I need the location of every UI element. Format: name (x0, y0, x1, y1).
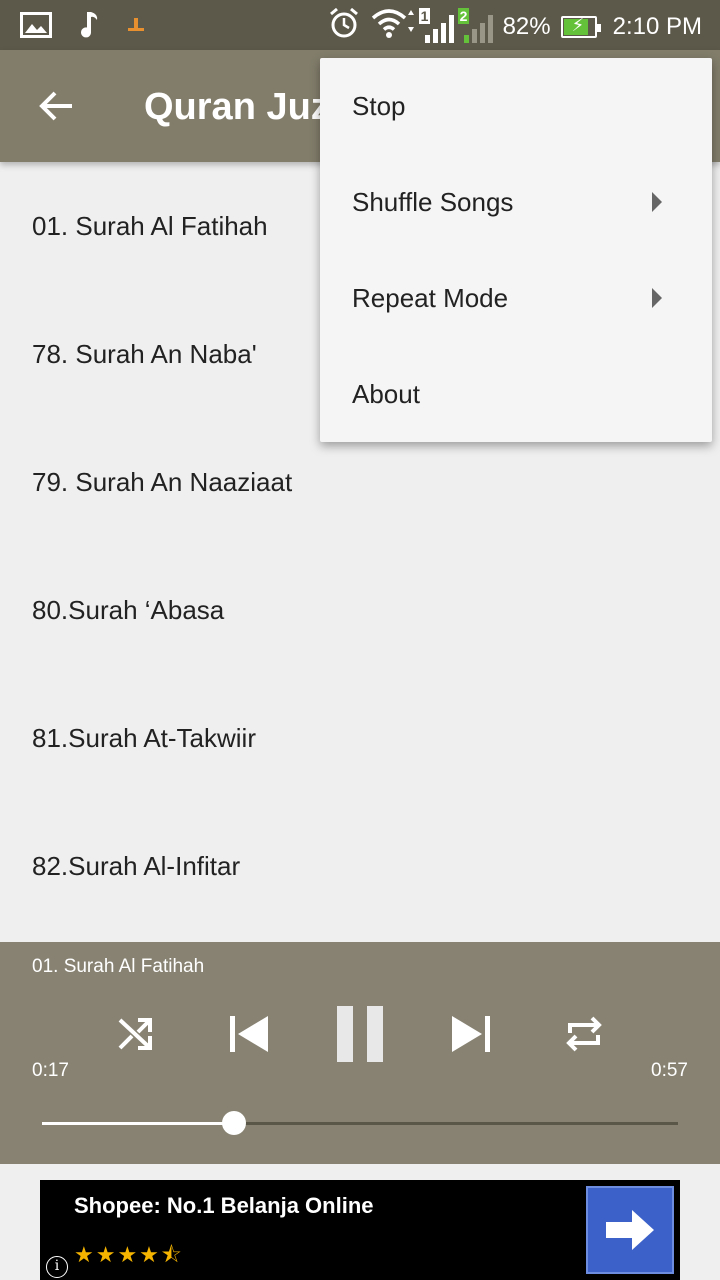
submenu-arrow-icon (652, 192, 662, 212)
menu-item-repeat-mode[interactable]: Repeat Mode (320, 250, 712, 346)
previous-button[interactable] (222, 1004, 274, 1064)
seek-bar[interactable] (42, 1111, 678, 1135)
track-item[interactable]: 82.Surah Al-Infitar (0, 802, 720, 930)
sim2-label: 2 (457, 7, 470, 24)
battery-charging-icon: ⚡ (560, 14, 601, 38)
next-icon (452, 1016, 490, 1052)
overflow-menu: Stop Shuffle Songs Repeat Mode About (320, 58, 712, 442)
menu-item-shuffle-songs[interactable]: Shuffle Songs (320, 154, 712, 250)
player-panel: 01. Surah Al Fatihah 0:17 0:57 (0, 942, 720, 1164)
alarm-icon (327, 6, 361, 47)
menu-item-about[interactable]: About (320, 346, 712, 442)
ad-info-icon[interactable]: i (46, 1256, 68, 1278)
menu-item-label: Repeat Mode (352, 282, 509, 313)
shuffle-button[interactable] (110, 1004, 162, 1064)
status-bar-notifications (20, 10, 146, 45)
status-bar: 1 2 82% ⚡ 2:10 PM (0, 0, 720, 50)
ad-area: Shopee: No.1 Belanja Online ★★★★⯪ i (0, 1164, 720, 1280)
pause-icon (337, 1006, 383, 1062)
current-time: 0:17 (32, 1060, 69, 1081)
arrow-right-icon (606, 1210, 654, 1250)
submenu-arrow-icon (652, 288, 662, 308)
sim1-label: 1 (418, 7, 431, 24)
repeat-button[interactable] (558, 1004, 610, 1064)
track-item[interactable]: 80.Surah ‘Abasa (0, 546, 720, 674)
status-bar-system: 1 2 82% ⚡ 2:10 PM (327, 6, 702, 47)
shuffle-icon (118, 1018, 152, 1050)
previous-icon (230, 1016, 268, 1052)
page-title: Quran Juz (144, 86, 330, 128)
arrow-back-icon (39, 91, 72, 121)
seek-thumb[interactable] (222, 1111, 247, 1135)
back-button[interactable] (30, 80, 82, 132)
ad-banner[interactable]: Shopee: No.1 Belanja Online ★★★★⯪ i (40, 1180, 680, 1280)
ad-open-button[interactable] (586, 1186, 674, 1274)
menu-item-label: About (352, 378, 420, 409)
ad-rating-stars: ★★★★⯪ (74, 1242, 184, 1267)
track-item[interactable]: 81.Surah At-Takwiir (0, 674, 720, 802)
pause-button[interactable] (330, 1004, 390, 1064)
menu-item-stop[interactable]: Stop (320, 58, 712, 154)
menu-item-label: Stop (352, 90, 406, 121)
notification-icon (126, 14, 146, 41)
battery-percent: 82% (502, 12, 551, 40)
clock: 2:10 PM (612, 12, 702, 40)
wifi-icon (371, 7, 415, 46)
gallery-icon (20, 12, 52, 43)
signal-sim1-icon: 1 (418, 7, 454, 43)
charging-bolt-icon: ⚡ (571, 14, 585, 35)
total-time: 0:57 (651, 1060, 688, 1081)
signal-sim2-icon: 2 (457, 7, 493, 43)
next-button[interactable] (446, 1004, 498, 1064)
repeat-icon (566, 1016, 602, 1052)
music-note-icon (78, 10, 100, 45)
ad-title: Shopee: No.1 Belanja Online (74, 1193, 374, 1218)
seek-progress (42, 1122, 235, 1125)
menu-item-label: Shuffle Songs (352, 186, 514, 217)
now-playing-title: 01. Surah Al Fatihah (32, 956, 205, 977)
